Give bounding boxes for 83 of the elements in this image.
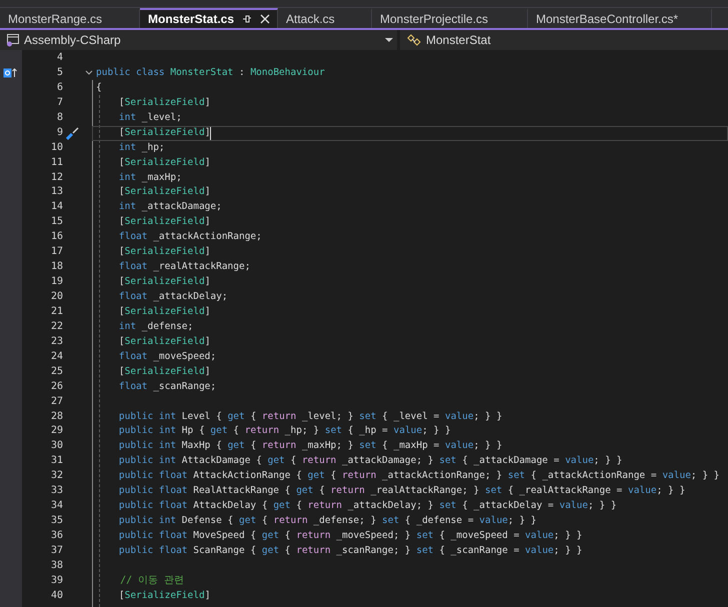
line-number: 35 xyxy=(50,514,63,528)
line-number: 29 xyxy=(50,424,63,438)
code-line: int _hp; xyxy=(118,140,165,155)
code-line: float _moveSpeed; xyxy=(118,350,216,364)
line-number: 4 xyxy=(56,51,63,65)
line-number: 23 xyxy=(50,334,63,349)
code-line: public int MaxHp { get { return _maxHp; } set { _maxHp = value; } } xyxy=(118,439,502,454)
line-number: 39 xyxy=(50,574,63,588)
code-line: public int Hp { get { return _hp; } set { _hp = value; } } xyxy=(118,424,451,438)
dropdown-caret-icon xyxy=(385,38,393,42)
code-comment: // 이동 관련 xyxy=(119,574,184,588)
close-icon[interactable] xyxy=(260,14,270,24)
code-line: [SerializeField] xyxy=(118,334,210,349)
code-line: [SerializeField] xyxy=(118,156,210,170)
code-line: { xyxy=(96,80,102,95)
line-number: 31 xyxy=(50,454,63,468)
collapse-caret-icon[interactable] xyxy=(85,70,93,76)
line-number: 6 xyxy=(56,80,63,95)
line-number: 37 xyxy=(50,544,63,558)
line-number: 20 xyxy=(50,290,63,304)
line-number: 30 xyxy=(50,439,63,454)
line-number: 10 xyxy=(50,140,63,155)
code-line: public int Level { get { return _level; } set { _level = value; } } xyxy=(118,410,502,424)
code-line: [SerializeField] xyxy=(118,126,210,140)
line-number: 15 xyxy=(50,215,63,230)
line-number: 17 xyxy=(50,245,63,260)
code-line: [SerializeField] xyxy=(118,245,210,260)
line-number: 38 xyxy=(50,558,63,573)
code-line: [SerializeField] xyxy=(118,275,210,290)
line-number: 22 xyxy=(50,320,63,334)
project-dropdown[interactable]: Assembly-CSharp xyxy=(0,30,397,50)
line-number: 28 xyxy=(50,410,63,424)
line-number: 7 xyxy=(56,96,63,110)
class-icon xyxy=(406,33,422,47)
code-line: float _scanRange; xyxy=(118,380,216,394)
code-line: [SerializeField] xyxy=(118,304,210,319)
code-line: public float AttackActionRange { get { return _attackActionRange; } set { _attackActionRange = value; } } xyxy=(118,469,720,484)
line-number: 14 xyxy=(50,200,63,214)
code-line: public float MoveSpeed { get { return _moveSpeed; } set { _moveSpeed = value; } } xyxy=(118,529,582,543)
line-number: 5 xyxy=(56,66,63,80)
line-number: 16 xyxy=(50,230,63,244)
line-number: 12 xyxy=(50,170,63,184)
line-number: 8 xyxy=(56,110,63,125)
code-line: float _realAttackRange; xyxy=(118,260,250,274)
line-number: 33 xyxy=(50,484,63,498)
pin-icon[interactable] xyxy=(242,14,252,24)
line-number: 21 xyxy=(50,304,63,319)
code-line: public class MonsterStat : MonoBehaviour xyxy=(96,66,325,80)
line-number: 24 xyxy=(50,350,63,364)
line-number: 25 xyxy=(50,364,63,379)
line-number: 26 xyxy=(50,380,63,394)
code-line: public int Defense { get { return _defense; } set { _defense = value; } } xyxy=(118,514,536,528)
code-line: public float AttackDelay { get { return _attackDelay; } set { _attackDelay = value; } } xyxy=(118,499,617,514)
line-number: 18 xyxy=(50,260,63,274)
code-line: [SerializeField] xyxy=(118,96,210,110)
line-number: 36 xyxy=(50,529,63,543)
code-line: int _defense; xyxy=(118,320,194,334)
line-number: 19 xyxy=(50,275,63,290)
line-number: 11 xyxy=(50,156,63,170)
code-line: int _maxHp; xyxy=(118,170,182,184)
line-number: 34 xyxy=(50,499,63,514)
code-line: int _level; xyxy=(118,110,182,125)
line-number: 27 xyxy=(50,394,63,409)
code-line: public float RealAttackRange { get { return _realAttackRange; } set { _realAttackRange = value; } } xyxy=(118,484,686,498)
line-number: 40 xyxy=(50,588,63,603)
code-line: float _attackDelay; xyxy=(118,290,228,304)
project-icon xyxy=(6,33,20,47)
line-number: 13 xyxy=(50,185,63,200)
code-line: public int AttackDamage { get { return _attackDamage; } set { _attackDamage = value; } } xyxy=(118,454,622,468)
code-line: public float ScanRange { get { return _scanRange; } set { _scanRange = value; } } xyxy=(118,544,582,558)
type-dropdown[interactable]: MonsterStat xyxy=(400,30,728,50)
code-line: [SerializeField] xyxy=(118,185,210,200)
line-number: 32 xyxy=(50,469,63,484)
text-cursor xyxy=(210,126,212,140)
code-line: float _attackActionRange; xyxy=(118,230,262,244)
screwdriver-icon[interactable] xyxy=(66,126,80,140)
code-line: int _attackDamage; xyxy=(118,200,222,214)
code-line: [SerializeField] xyxy=(118,588,210,603)
editor-tab[interactable]: MonsterStat.cs xyxy=(140,8,278,28)
implementation-icon[interactable] xyxy=(3,68,17,78)
code-line: [SerializeField] xyxy=(118,215,210,230)
line-number: 9 xyxy=(56,126,63,140)
code-line: [SerializeField] xyxy=(118,364,210,379)
